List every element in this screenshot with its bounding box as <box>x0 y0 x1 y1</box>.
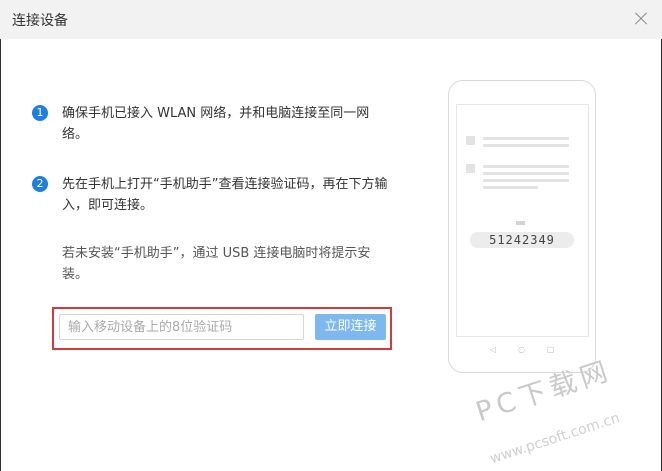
placeholder-line <box>483 179 569 182</box>
recents-icon: □ <box>547 345 555 354</box>
step-text: 确保手机已接入 WLAN 网络，并和电脑连接至同一网络。 <box>62 106 370 142</box>
window-title: 连接设备 <box>12 13 68 29</box>
back-icon: ◁ <box>490 345 497 354</box>
code-indicator <box>516 221 525 225</box>
placeholder-line <box>483 186 538 189</box>
window-edge-left <box>0 39 1 471</box>
placeholder-line <box>483 144 569 147</box>
step-number-badge: 1 <box>32 105 48 121</box>
placeholder-line <box>483 172 569 175</box>
home-icon: ○ <box>518 345 525 354</box>
placeholder-block <box>466 164 475 173</box>
install-note: 若未安装“手机助手”，通过 USB 连接电脑时将提示安装。 <box>62 246 371 282</box>
placeholder-line <box>483 137 569 140</box>
connect-button[interactable]: 立即连接 <box>315 314 386 340</box>
step-text: 先在手机上打开“手机助手”查看连接验证码，再在下方输入，即可连接。 <box>62 177 388 213</box>
close-icon[interactable] <box>630 8 652 30</box>
step-number-badge: 2 <box>32 176 48 192</box>
placeholder-block <box>466 136 475 145</box>
verification-code-input[interactable] <box>59 314 304 340</box>
step-1: 1 确保手机已接入 WLAN 网络，并和电脑连接至同一网络。 <box>32 103 394 145</box>
title-bar: 连接设备 <box>0 0 662 39</box>
phone-code-display: 51242349 <box>470 232 574 248</box>
placeholder-line <box>483 165 569 168</box>
step-2: 2 先在手机上打开“手机助手”查看连接验证码，再在下方输入，即可连接。 <box>32 174 394 216</box>
